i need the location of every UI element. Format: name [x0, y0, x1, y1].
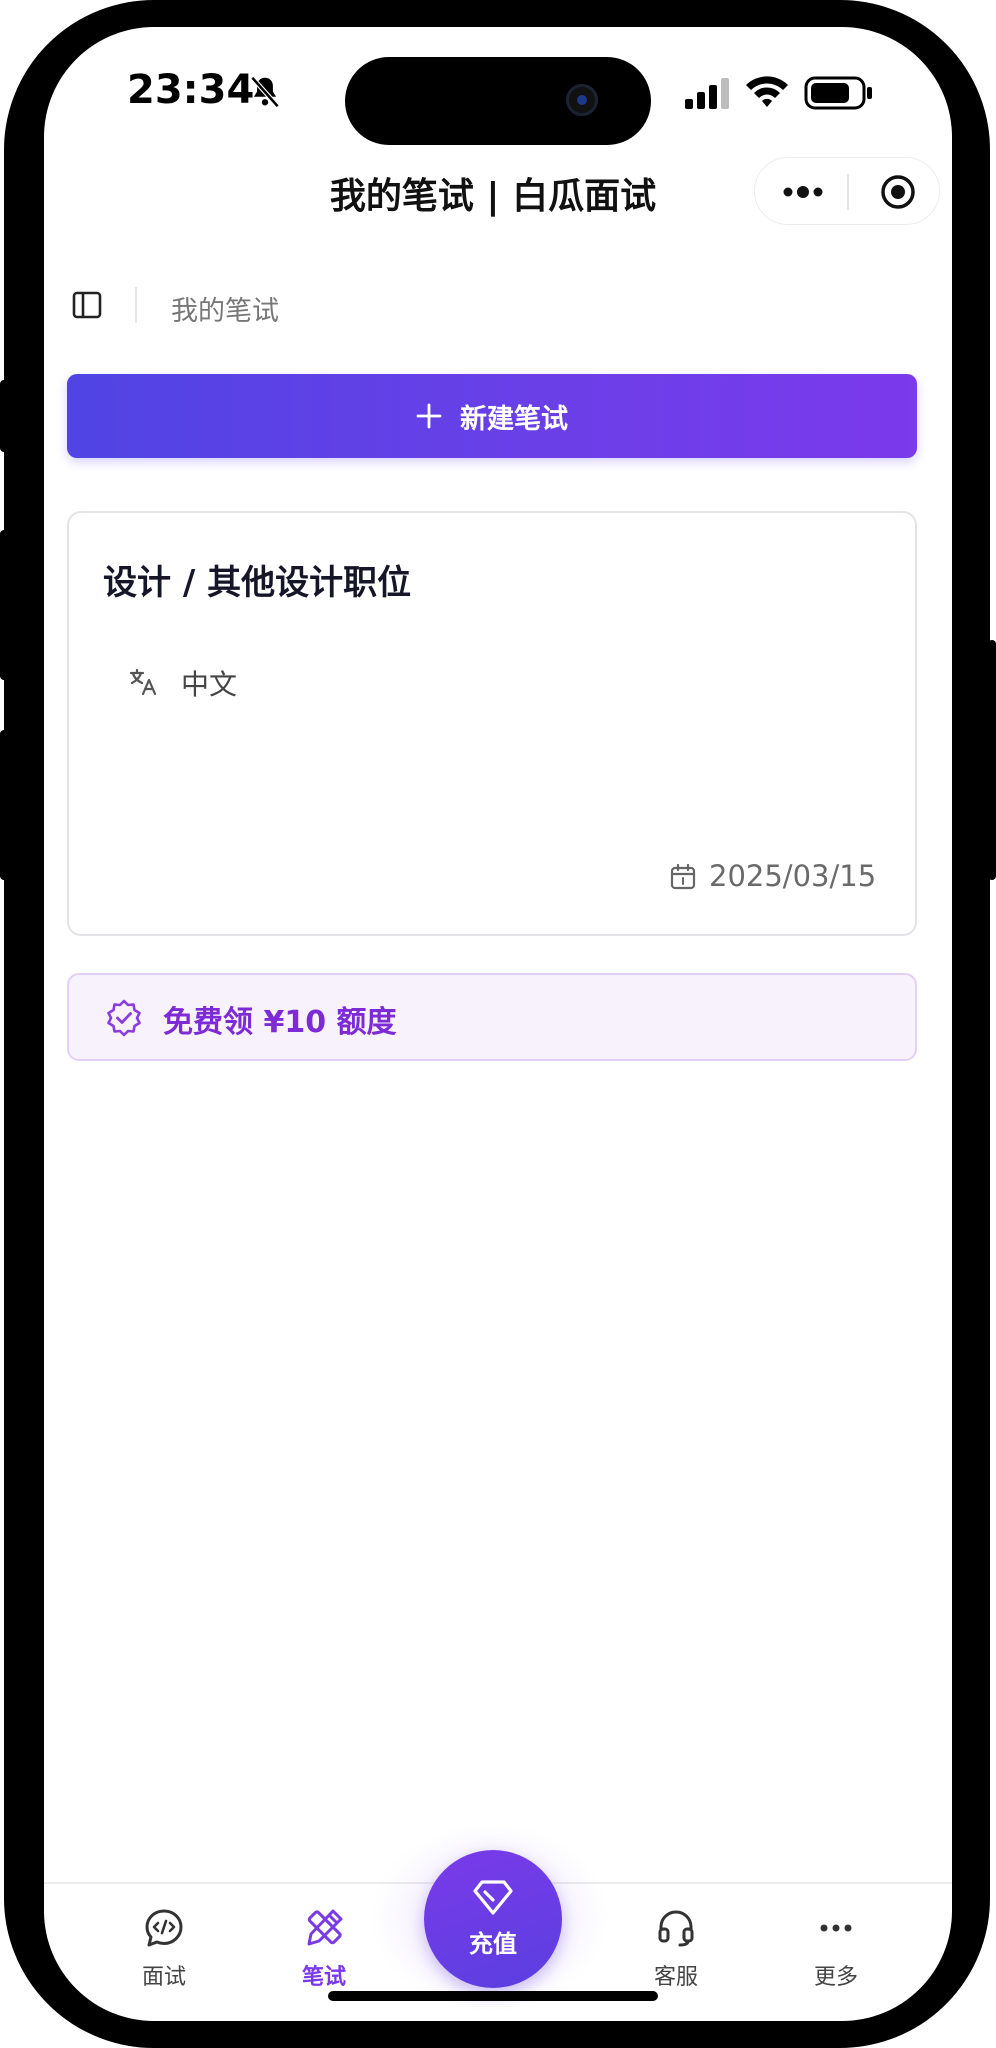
headset-icon [658, 1910, 694, 1947]
phone-frame: 23:34 我的笔试 | 白瓜面试 我的笔试 新建笔试 设计 / 其他设计职位 … [0, 0, 996, 2048]
wifi-icon [746, 76, 788, 107]
mini-program-capsule [754, 157, 940, 225]
dynamic-island [345, 57, 651, 145]
card-title: 设计 / 其他设计职位 [103, 563, 412, 603]
bell-muted-icon [250, 76, 280, 108]
new-test-button[interactable]: 新建笔试 [67, 374, 917, 458]
home-indicator[interactable] [328, 1991, 658, 2001]
free-credit-label: 免费领 ¥10 额度 [163, 1005, 397, 1040]
breadcrumb-divider [135, 287, 137, 323]
signal-icon [685, 78, 729, 109]
tab-written-test-label: 笔试 [301, 1965, 346, 1990]
capsule-divider [847, 174, 849, 210]
pencil-ruler-icon [307, 1909, 343, 1946]
free-credit-banner[interactable]: 免费领 ¥10 额度 [67, 973, 917, 1061]
new-test-button-label: 新建笔试 [460, 403, 568, 435]
breadcrumb: 我的笔试 [171, 296, 279, 327]
test-card[interactable]: 设计 / 其他设计职位 中文 2025/03/15 [67, 511, 917, 936]
more-dots-icon[interactable] [781, 180, 825, 204]
more-dots-icon [820, 1924, 852, 1932]
recharge-label: 充值 [469, 1930, 517, 1958]
tab-customer-service-label: 客服 [653, 1965, 698, 1990]
diamond-icon [473, 1880, 513, 1915]
tab-customer-service[interactable]: 客服 [616, 1907, 736, 1997]
tab-interview[interactable]: 面试 [104, 1907, 224, 1997]
tab-more[interactable]: 更多 [776, 1907, 896, 1997]
close-mini-program-icon[interactable] [880, 174, 916, 210]
verified-badge-icon [107, 999, 141, 1037]
chat-bubble-icon [145, 1909, 183, 1947]
plus-icon [416, 403, 442, 429]
camera-icon [566, 84, 598, 116]
screen: 23:34 我的笔试 | 白瓜面试 我的笔试 新建笔试 设计 / 其他设计职位 … [44, 27, 952, 2021]
tab-more-label: 更多 [813, 1965, 858, 1990]
tab-interview-label: 面试 [141, 1965, 186, 1990]
tab-written-test[interactable]: 笔试 [264, 1907, 384, 1997]
card-date: 2025/03/15 [709, 859, 877, 893]
battery-icon [804, 76, 872, 110]
status-time: 23:34 [127, 67, 255, 113]
recharge-button[interactable]: 充值 [424, 1850, 562, 1988]
translate-icon [129, 668, 157, 696]
sidebar-toggle-icon[interactable] [71, 289, 103, 321]
language-label: 中文 [181, 668, 238, 701]
calendar-icon [670, 863, 696, 890]
